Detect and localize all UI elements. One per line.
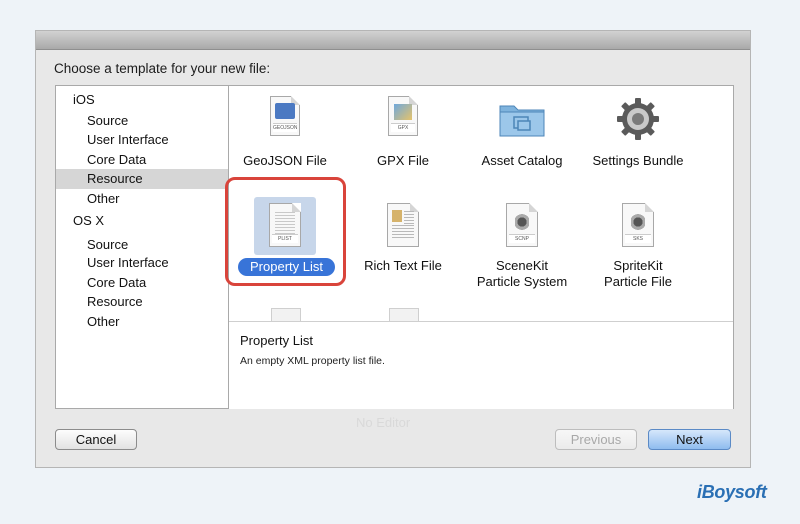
sidebar-item-ios-user-interface[interactable]: User Interface — [87, 132, 169, 147]
template-label: Asset Catalog — [481, 153, 563, 168]
template-label-line-2: Particle System — [476, 274, 568, 289]
previous-button[interactable]: Previous — [555, 429, 637, 450]
template-label: GeoJSON File — [243, 153, 327, 168]
template-partial-icon — [389, 308, 419, 321]
next-button[interactable]: Next — [648, 429, 731, 450]
sidebar-item-osx-other[interactable]: Other — [87, 314, 120, 329]
template-label-line-1: SpriteKit — [613, 258, 663, 273]
title-bar — [36, 31, 750, 50]
sidebar-item-ios-core-data[interactable]: Core Data — [87, 152, 146, 167]
template-label: Rich Text File — [364, 258, 442, 273]
geojson-file-icon: GEOJSON — [270, 96, 300, 136]
sidebar-item-osx-source[interactable]: Source — [87, 237, 128, 252]
scenekit-particle-icon: SCNP — [506, 203, 538, 247]
sidebar-group-osx[interactable]: OS X — [73, 213, 104, 228]
sidebar-item-osx-user-interface[interactable]: User Interface — [87, 255, 169, 270]
annotation-highlight-ring — [225, 177, 346, 286]
sidebar-item-ios-source[interactable]: Source — [87, 113, 128, 128]
new-file-dialog: Choose a template for your new file: iOS… — [35, 30, 751, 468]
template-category-sidebar: iOS Source User Interface Core Data Reso… — [55, 85, 229, 409]
dialog-heading: Choose a template for your new file: — [54, 61, 271, 76]
sidebar-item-osx-resource[interactable]: Resource — [87, 294, 143, 309]
no-editor-placeholder: No Editor — [356, 415, 411, 430]
template-label-line-1: SceneKit — [495, 258, 549, 273]
template-description-panel: Property List An empty XML property list… — [229, 321, 733, 409]
cancel-button[interactable]: Cancel — [55, 429, 137, 450]
sidebar-group-ios[interactable]: iOS — [73, 92, 95, 107]
sidebar-item-ios-other[interactable]: Other — [87, 191, 120, 206]
sidebar-item-osx-core-data[interactable]: Core Data — [87, 275, 146, 290]
iboysoft-logo: iBoysoft — [697, 482, 767, 502]
sidebar-item-ios-resource[interactable]: Resource — [87, 171, 143, 186]
folder-icon — [498, 100, 546, 143]
template-label: Settings Bundle — [592, 153, 684, 168]
description-text: An empty XML property list file. — [240, 355, 385, 367]
spritekit-particle-icon: SKS — [622, 203, 654, 247]
gear-icon — [615, 96, 661, 147]
template-partial-icon — [271, 308, 301, 321]
template-label: GPX File — [376, 153, 429, 168]
description-title: Property List — [240, 333, 313, 348]
template-label-line-2: Particle File — [604, 274, 672, 289]
gpx-file-icon: GPX — [388, 96, 418, 136]
rtf-file-icon — [387, 203, 419, 247]
